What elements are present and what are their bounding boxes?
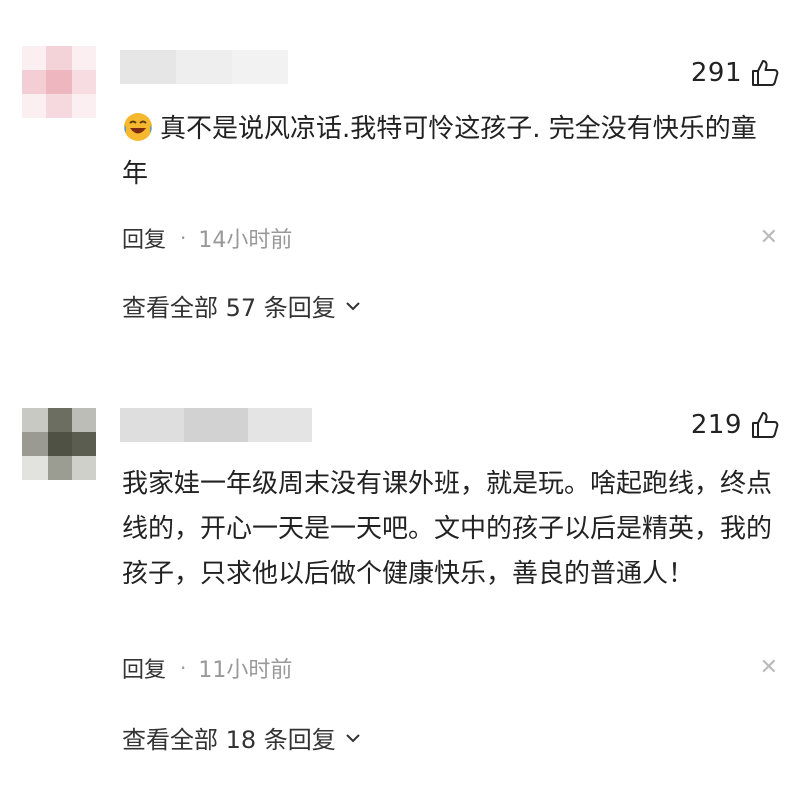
comment-text: 真不是说风凉话.我特可怜这孩子. 完全没有快乐的童年: [122, 107, 782, 197]
close-icon[interactable]: ✕: [760, 655, 778, 680]
chevron-down-icon: [346, 733, 360, 742]
username-blurred[interactable]: [120, 50, 288, 84]
like-count: 291: [690, 58, 742, 88]
like-button[interactable]: 219: [691, 410, 780, 440]
thumbs-up-icon: [752, 60, 779, 86]
meta-separator: ·: [180, 226, 187, 250]
avatar[interactable]: [22, 408, 96, 480]
comment-meta: 回复 · 11小时前: [122, 652, 292, 684]
view-all-replies-button[interactable]: 查看全部 57 条回复: [122, 288, 362, 323]
timestamp: 14小时前: [198, 228, 293, 253]
view-all-replies-button[interactable]: 查看全部 18 条回复: [122, 720, 362, 755]
reply-button[interactable]: 回复: [122, 222, 166, 254]
meta-separator: ·: [180, 656, 187, 680]
chevron-down-icon: [346, 301, 360, 310]
timestamp: 11小时前: [198, 658, 293, 683]
comment-text: 我家娃一年级周末没有课外班，就是玩。啥起跑线，终点线的，开心一天是一天吧。文中的…: [122, 469, 773, 589]
avatar[interactable]: [22, 46, 96, 118]
thumbs-up-icon: [752, 412, 779, 438]
crying-laughing-emoji-icon: [124, 113, 152, 141]
comment-item: 219 我家娃一年级周末没有课外班，就是玩。啥起跑线，终点线的，开心一天是一天吧…: [0, 400, 806, 812]
view-all-replies-label: 查看全部 57 条回复: [122, 294, 336, 322]
close-icon[interactable]: ✕: [760, 225, 778, 250]
comment-item: 291 真不是说风凉话.我特可怜这孩子. 完全没有快乐的童年 回复 · 14小时…: [0, 0, 806, 385]
comment-meta: 回复 · 14小时前: [122, 222, 292, 254]
view-all-replies-label: 查看全部 18 条回复: [122, 726, 336, 754]
username-blurred[interactable]: [120, 408, 312, 442]
like-count: 219: [690, 410, 742, 440]
like-button[interactable]: 291: [691, 58, 780, 88]
reply-button[interactable]: 回复: [122, 652, 166, 684]
comment-divider: [0, 386, 806, 400]
